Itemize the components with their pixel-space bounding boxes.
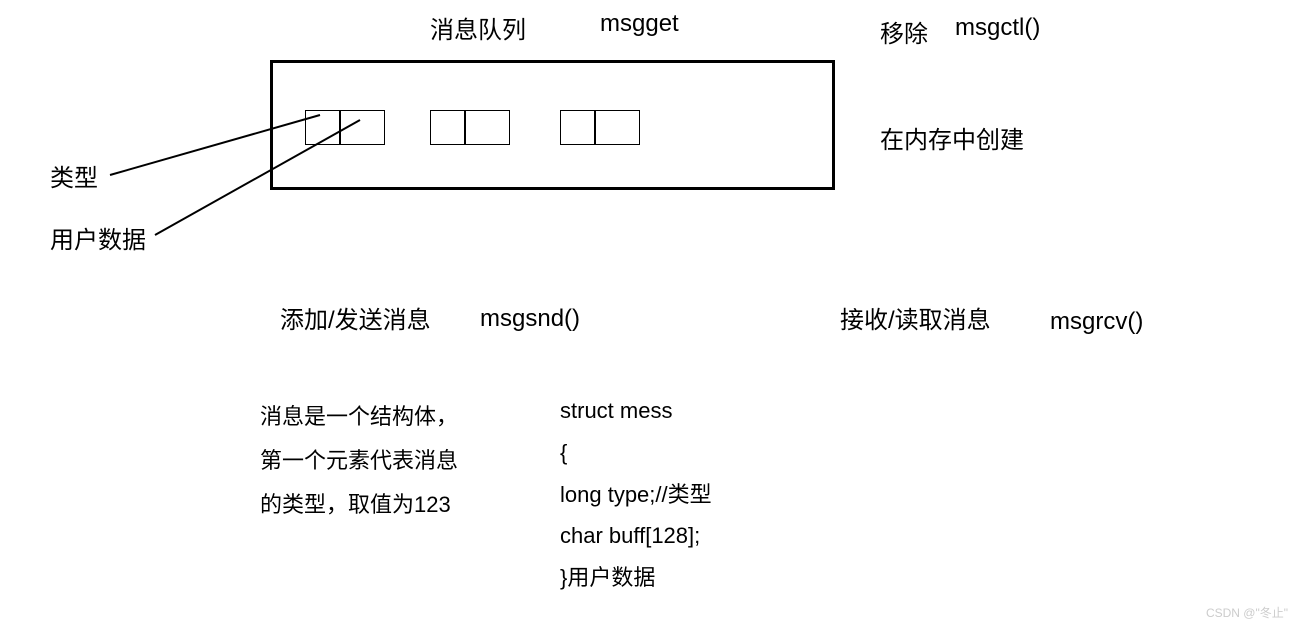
send-label: 添加/发送消息: [280, 300, 431, 335]
msg-cell-3-data: [595, 110, 640, 145]
description-block: 消息是一个结构体， 第一个元素代表消息 的类型，取值为123: [260, 395, 458, 527]
msg-cell-1-data: [340, 110, 385, 145]
struct-code-block: struct mess { long type;//类型 char buff[1…: [560, 390, 712, 599]
msg-cell-3-type: [560, 110, 595, 145]
desc-line-1: 消息是一个结构体，: [260, 395, 458, 439]
create-in-memory-label: 在内存中创建: [880, 120, 1024, 155]
msgget-label: msgget: [600, 10, 679, 38]
remove-label: 移除: [880, 14, 928, 49]
watermark: CSDN @"冬止": [1206, 604, 1288, 621]
code-line-3: long type;//类型: [560, 474, 712, 516]
msg-cell-2-type: [430, 110, 465, 145]
recv-label: 接收/读取消息: [840, 300, 991, 335]
code-line-2: {: [560, 432, 712, 474]
desc-line-2: 第一个元素代表消息: [260, 439, 458, 483]
userdata-label: 用户数据: [50, 220, 146, 255]
msgsnd-label: msgsnd(): [480, 305, 580, 333]
code-line-1: struct mess: [560, 390, 712, 432]
msg-cell-2-data: [465, 110, 510, 145]
code-line-5: }用户数据: [560, 557, 712, 599]
msg-cell-1-type: [305, 110, 340, 145]
title-label: 消息队列: [430, 10, 526, 45]
code-line-4: char buff[128];: [560, 515, 712, 557]
msgrcv-label: msgrcv(): [1050, 308, 1143, 336]
type-label: 类型: [50, 158, 98, 193]
msgctl-label: msgctl(): [955, 14, 1040, 42]
desc-line-3: 的类型，取值为123: [260, 483, 458, 527]
